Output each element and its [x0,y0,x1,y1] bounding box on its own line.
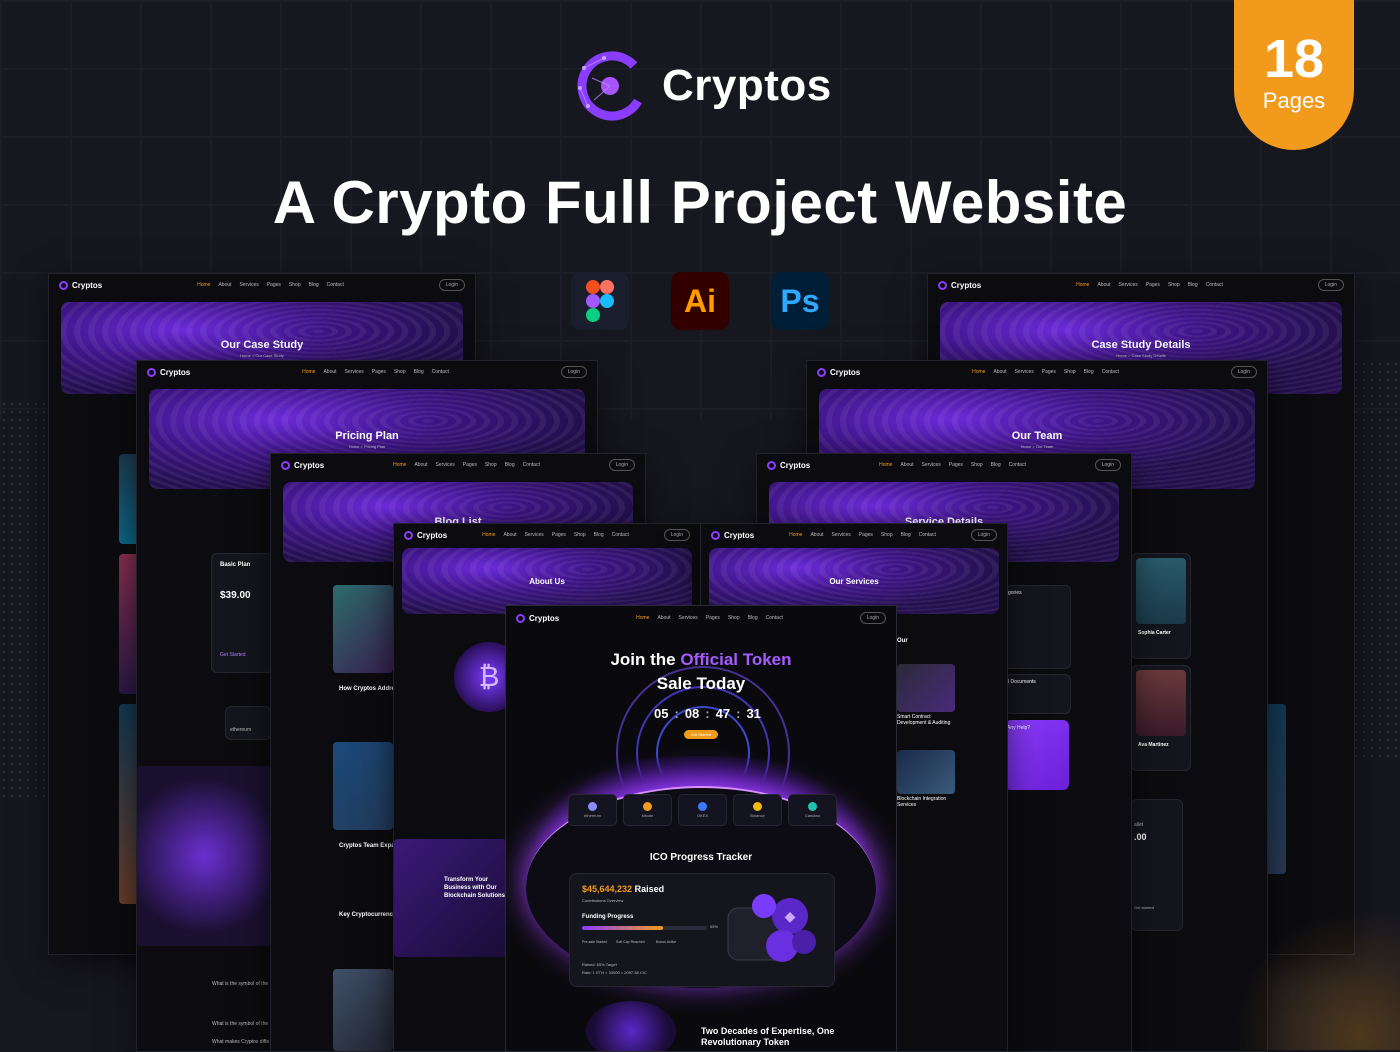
ico-title: ICO Progress Tracker [649,852,753,863]
badge-number: 18 [1263,29,1325,89]
brand-name: Cryptos [662,61,832,110]
cryptos-logo-icon [577,51,647,121]
team-title: Our Team [1011,429,1063,442]
countdown-timer: 05: 08: 47: 31 [654,706,761,721]
pricing-title: Pricing Plan [335,429,399,442]
ico-panel: $45,644,232 Raised Contributions Overvie… [569,873,835,987]
coin-okex: OKEX [678,794,727,826]
hero-title: Join the Official Token [610,650,792,669]
about-title: About Us [529,576,565,586]
hero-subtitle: Sale Today [656,674,746,693]
illustrator-icon: Ai [671,272,729,330]
pages-count-badge: 18 Pages [1234,0,1354,150]
funding-progress-bar [582,926,707,930]
case-study-title: Our Case Study [220,338,304,351]
case-details-title: Case Study Details [1091,338,1191,351]
badge-label: Pages [1262,88,1326,113]
wallet-icon: ◆ [727,894,816,962]
svg-text:◆: ◆ [785,909,796,925]
headline: A Crypto Full Project Website [272,169,1128,236]
page-mock-home: Cryptos Home About Services Pages Shop Blog Co… [505,605,897,1052]
photoshop-icon: Ps [771,272,829,330]
brand-header: Cryptos [574,48,832,124]
coin-cardano: Cardano [788,794,837,826]
coin-bitcoin: bitcoin [623,794,672,826]
coin-binance: Binance [733,794,782,826]
coin-ethereum: ethereum [568,794,617,826]
about-heading: Two Decades of Expertise, One Revolution… [701,1026,835,1047]
figma-icon [571,272,629,330]
partner-coins: ethereum bitcoin OKEX Binance Cardano [568,794,837,826]
services-title: Our Services [829,576,879,586]
get-started-button[interactable]: Get Started [684,730,718,739]
